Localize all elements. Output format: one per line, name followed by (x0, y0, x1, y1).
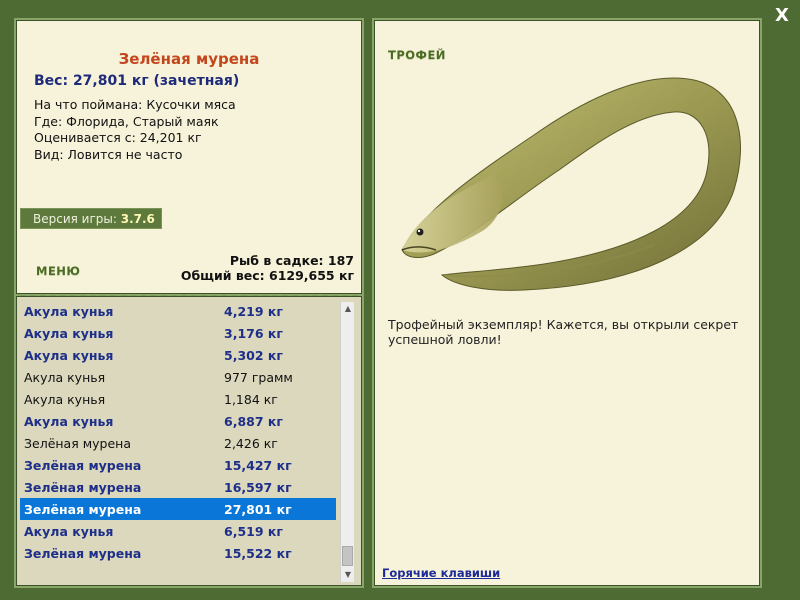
list-item[interactable]: Акула кунья 4,219 кг (20, 300, 336, 322)
list-item[interactable]: Зелёная мурена 27,801 кг (20, 498, 336, 520)
bait-line: На что поймана: Кусочки мяса (34, 97, 236, 112)
list-item-weight: 5,302 кг (224, 347, 283, 363)
keepnet-stats: Рыб в садке: 187 Общий вес: 6129,655 кг (181, 253, 354, 283)
fish-details: На что поймана: Кусочки мяса Где: Флорид… (34, 97, 236, 163)
fish-title: Зелёная мурена (118, 50, 260, 68)
list-item-name: Акула кунья (24, 303, 114, 319)
list-item-weight: 977 грамм (224, 369, 293, 385)
list-item-weight: 16,597 кг (224, 479, 292, 495)
total-weight: Общий вес: 6129,655 кг (180, 268, 354, 283)
list-item[interactable]: Акула кунья 977 грамм (20, 366, 336, 388)
list-item-name: Акула кунья (24, 369, 106, 385)
list-item-weight: 4,219 кг (224, 303, 283, 319)
list-item-name: Зелёная мурена (24, 435, 131, 451)
list-item[interactable]: Акула кунья 5,302 кг (20, 344, 336, 366)
trophy-label: ТРОФЕЙ (388, 48, 446, 62)
close-icon: X (775, 5, 789, 26)
menu-button[interactable]: МЕНЮ (36, 264, 80, 278)
list-item-weight: 6,519 кг (224, 523, 283, 539)
scroll-thumb[interactable] (342, 546, 353, 566)
close-button[interactable]: X (770, 4, 794, 28)
trophy-panel: ТРОФЕЙ Трофейный экземпляр! Кажется, вы … (372, 18, 762, 588)
catch-list-panel: Акула кунья 4,219 кг Акула кунья 3,176 кг Ак… (14, 296, 364, 588)
list-item-name: Акула кунья (24, 523, 114, 539)
list-item-weight: 3,176 кг (224, 325, 283, 341)
catch-list[interactable]: Акула кунья 4,219 кг Акула кунья 3,176 кг Ак… (20, 300, 336, 582)
list-item-name: Акула кунья (24, 413, 114, 429)
fish-weight: Вес: 27,801 кг (зачетная) (34, 73, 240, 89)
list-item-weight: 1,184 кг (224, 391, 278, 407)
scroll-up-icon[interactable]: ▲ (341, 302, 355, 316)
list-item-weight: 2,426 кг (224, 435, 278, 451)
list-item[interactable]: Акула кунья 6,887 кг (20, 410, 336, 432)
list-item[interactable]: Акула кунья 3,176 кг (20, 322, 336, 344)
fish-count: Рыб в садке: 187 (229, 253, 354, 268)
list-item[interactable]: Зелёная мурена 15,522 кг (20, 542, 336, 564)
list-item-name: Зелёная мурена (24, 501, 142, 517)
list-item[interactable]: Акула кунья 1,184 кг (20, 388, 336, 410)
list-item[interactable]: Зелёная мурена 16,597 кг (20, 476, 336, 498)
list-item[interactable]: Зелёная мурена 15,427 кг (20, 454, 336, 476)
list-item-name: Акула кунья (24, 325, 114, 341)
version-value: 3.7.6 (120, 212, 155, 226)
fish-info-panel: Зелёная мурена Вес: 27,801 кг (зачетная)… (14, 18, 364, 297)
list-item[interactable]: Зелёная мурена 2,426 кг (20, 432, 336, 454)
version-badge: Версия игры: 3.7.6 (20, 208, 162, 229)
list-item-weight: 15,522 кг (224, 545, 292, 561)
list-item[interactable]: Акула кунья 6,519 кг (20, 520, 336, 542)
list-item-name: Акула кунья (24, 347, 114, 363)
trophy-text: Трофейный экземпляр! Кажется, вы открыли… (388, 317, 739, 347)
list-scrollbar[interactable]: ▲ ▼ (340, 302, 354, 582)
green-moray-eel-image (401, 77, 741, 291)
list-item-name: Зелёная мурена (24, 457, 142, 473)
scroll-down-icon[interactable]: ▼ (341, 568, 355, 582)
list-item-weight: 15,427 кг (224, 457, 292, 473)
list-item-weight: 27,801 кг (224, 501, 292, 517)
location-line: Где: Флорида, Старый маяк (34, 113, 219, 129)
rarity-line: Вид: Ловится не часто (34, 146, 183, 162)
list-item-name: Акула кунья (24, 391, 106, 407)
version-label: Версия игры: (33, 212, 117, 226)
min-weight-line: Оценивается с: 24,201 кг (34, 130, 202, 145)
list-item-name: Зелёная мурена (24, 545, 142, 561)
list-item-weight: 6,887 кг (224, 413, 283, 429)
hotkeys-link[interactable]: Горячие клавиши (382, 566, 500, 580)
list-item-name: Зелёная мурена (24, 479, 142, 495)
